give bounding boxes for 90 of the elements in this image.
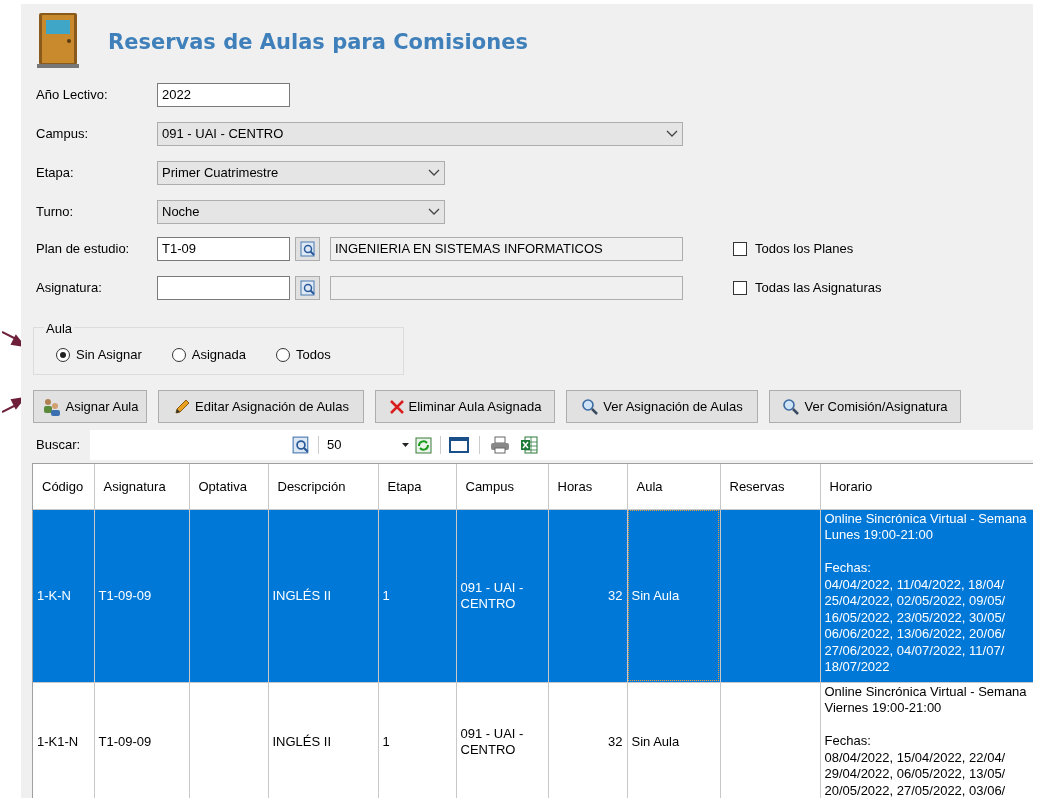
column-header[interactable]: Reservas [720,464,820,509]
schedule-line: 04/04/2022, 11/04/2022, 18/04/ [824,576,1006,593]
field-label: Etapa: [35,163,75,182]
checkbox[interactable] [733,241,747,256]
search-label: Buscar: [33,430,90,460]
table-cell: Sin Aula [631,734,680,749]
table-cell: INGLÉS II [272,587,332,603]
column-header[interactable]: Horario [820,464,1033,509]
radio-button[interactable] [276,348,290,362]
column-header[interactable]: Horas [548,464,627,509]
spreadsheet-icon[interactable] [520,436,538,454]
schedule-line: Viernes 19:00-21:00 [824,700,943,717]
table-cell: T1-09-09 [98,587,152,603]
field-label: Campus: [35,124,90,143]
column-header[interactable]: Asignatura [94,464,189,509]
dropdown[interactable]: Noche [157,199,445,224]
action-button[interactable]: Ver Asignación de Aulas [566,390,758,423]
table-cell: 32 [608,734,623,749]
schedule-line: Online Sincrónica Virtual - Semana [824,683,1028,700]
chevron-down-icon [666,129,678,138]
column-header[interactable]: Aula [627,464,720,509]
schedule-line: 29/04/2022, 06/05/2022, 13/05/ [824,766,1007,783]
table-cell: T1-09-09 [98,734,152,749]
action-button[interactable]: Asignar Aula [33,390,147,423]
schedule-line: 27/06/2022, 04/07/2022, 11/07/ [824,642,1006,659]
table-cell: 091 - UAI - CENTRO [460,579,524,611]
search-icon [299,240,316,257]
radio-button[interactable] [171,348,186,362]
schedule-line: Online Sincrónica Virtual - Semana [824,510,1028,527]
text-field[interactable]: 2022 [157,82,290,107]
text-field[interactable] [157,275,290,300]
table-cell: 1-K1-N [37,734,79,749]
schedule-line: 20/05/2022, 27/05/2022, 03/06/ [824,782,1007,798]
schedule-line: Fechas: [824,733,872,750]
lookup-button[interactable] [295,236,320,261]
close-icon [388,398,405,415]
dropdown[interactable]: Primer Cuatrimestre [157,160,445,185]
people-icon [41,396,62,417]
field-label: Asignatura: [35,278,103,297]
radio-label: Sin Asignar [76,346,142,365]
table-row[interactable] [33,682,1033,798]
schedule-line: Fechas: [824,560,872,577]
description-field: INGENIERIA EN SISTEMAS INFORMATICOS [330,236,683,261]
search-icon[interactable] [292,436,310,454]
table-cell: 1-K-N [37,587,71,603]
table-cell: 32 [608,587,623,603]
schedule-line: 25/04/2022, 02/05/2022, 09/05/ [824,593,1007,610]
radio-label: Asignada [191,346,246,365]
table-cell: 1 [382,734,390,749]
radio-button[interactable] [56,348,70,362]
action-button[interactable]: Ver Comisión/Asignatura [769,390,961,423]
table-cell: INGLÉS II [272,734,332,749]
table-cell: Sin Aula [631,587,680,603]
caret-icon [402,443,409,447]
schedule-line: Lunes 19:00-21:00 [824,527,934,544]
schedule-line: 06/06/2022, 13/06/2022, 20/06/ [824,626,1007,643]
page-title: Reservas de Aulas para Comisiones [108,29,528,57]
dropdown[interactable]: 091 - UAI - CENTRO [157,121,683,146]
field-label: Año Lectivo: [35,85,109,104]
schedule-line: 18/07/2022 [824,659,891,676]
action-button[interactable]: Eliminar Aula Asignada [375,390,555,423]
printer-icon[interactable] [490,436,510,454]
field-label: Turno: [35,202,75,221]
column-header[interactable]: Optativa [189,464,268,509]
table-cell: 091 - UAI - CENTRO [460,726,524,757]
schedule-line: 16/05/2022, 23/05/2022, 30/05/ [824,609,1007,626]
column-header[interactable]: Descripción [268,464,378,509]
column-header[interactable]: Campus [456,464,548,509]
text-field[interactable]: T1-09 [157,236,290,261]
radio-label: Todos [296,346,331,365]
chevron-down-icon [428,168,440,177]
schedule-line: 08/04/2022, 15/04/2022, 22/04/ [824,749,1007,766]
column-header[interactable]: Código [33,464,94,509]
page-size-dropdown[interactable]: 50 [327,435,409,455]
door-icon [36,11,80,69]
lookup-button[interactable] [295,275,320,300]
search-icon [299,279,316,296]
checkbox-label: Todos los Planes [755,239,854,258]
pencil-icon [173,397,192,416]
refresh-icon[interactable] [415,436,432,454]
table-cell: 1 [382,587,390,603]
action-button[interactable]: Editar Asignación de Aulas [158,390,364,423]
search-icon [581,397,600,416]
search-icon [782,397,801,416]
chevron-down-icon [428,207,440,216]
window-icon[interactable] [449,437,469,453]
checkbox-label: Todas las Asignaturas [755,278,882,297]
column-header[interactable]: Etapa [378,464,456,509]
field-label: Plan de estudio: [35,239,131,258]
checkbox[interactable] [733,280,747,295]
